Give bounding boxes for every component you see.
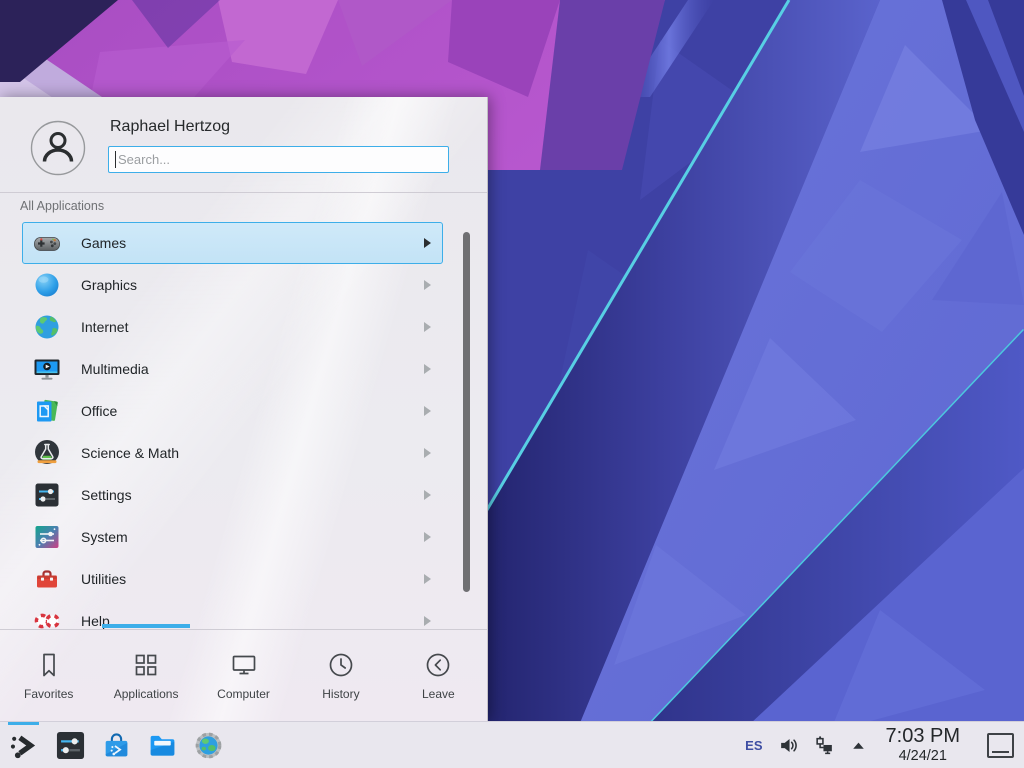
menu-item-office[interactable]: Office [22,390,443,432]
menu-item-settings[interactable]: Settings [22,474,443,516]
graphics-icon [33,271,61,299]
kicker-icon [8,729,41,762]
tray-expander[interactable] [850,737,867,754]
submenu-arrow-icon [424,280,431,290]
system-tray: ES 7:03 PM 4/24/21 [745,726,1016,764]
caret-up-icon [850,737,867,754]
menu-item-label: Internet [81,319,128,335]
tab-history[interactable]: History [292,630,389,721]
tab-label: Computer [217,687,270,701]
dolphin-icon [146,729,179,762]
tray-network[interactable] [814,735,835,756]
leave-icon [423,650,453,680]
submenu-arrow-icon [424,490,431,500]
computer-icon [229,650,259,680]
menu-item-games[interactable]: Games [22,222,443,264]
submenu-arrow-icon [424,238,431,248]
clock-date: 4/24/21 [886,749,960,764]
history-icon [326,650,356,680]
menu-item-utilities[interactable]: Utilities [22,558,443,600]
clock-time: 7:03 PM [886,726,960,746]
menu-item-system[interactable]: System [22,516,443,558]
taskbar-web-browser[interactable] [192,729,225,762]
section-label: All Applications [20,199,104,213]
taskbar-software-center[interactable] [100,729,133,762]
header-separator [0,192,487,193]
help-icon [33,607,61,630]
internet-icon [33,313,61,341]
menu-item-label: Settings [81,487,132,503]
tab-label: History [322,687,359,701]
volume-icon [778,735,799,756]
taskbar-system-settings[interactable] [54,729,87,762]
menu-item-help[interactable]: Help [22,600,443,630]
user-avatar[interactable] [30,120,86,176]
systemsettings-icon [54,729,87,762]
application-launcher-panel: Raphael Hertzog All Applications Games Gr… [0,97,488,721]
menu-item-label: Utilities [81,571,126,587]
menu-item-label: Multimedia [81,361,149,377]
tray-volume[interactable] [778,735,799,756]
menu-item-multimedia[interactable]: Multimedia [22,348,443,390]
tab-favorites[interactable]: Favorites [0,630,97,721]
show-desktop-icon [992,751,1009,753]
scrollbar-thumb[interactable] [463,232,470,592]
tab-computer[interactable]: Computer [195,630,292,721]
menu-item-internet[interactable]: Internet [22,306,443,348]
submenu-arrow-icon [424,448,431,458]
office-icon [33,397,61,425]
taskbar: ES 7:03 PM 4/24/21 [0,721,1024,768]
network-wired-icon [814,735,835,756]
tab-label: Leave [422,687,455,701]
menu-item-label: Science & Math [81,445,179,461]
active-tab-indicator [102,624,190,628]
webbrowser-icon [192,729,225,762]
digital-clock[interactable]: 7:03 PM 4/24/21 [886,726,960,764]
menu-item-science-math[interactable]: Science & Math [22,432,443,474]
games-icon [33,229,61,257]
submenu-arrow-icon [424,406,431,416]
menu-item-label: Games [81,235,126,251]
submenu-arrow-icon [424,532,431,542]
discover-icon [100,729,133,762]
show-desktop-button[interactable] [987,733,1014,758]
taskbar-application-launcher[interactable] [8,729,41,762]
tab-label: Favorites [24,687,73,701]
favorites-icon [34,650,64,680]
utilities-icon [33,565,61,593]
menu-item-label: Office [81,403,117,419]
submenu-arrow-icon [424,616,431,626]
science-icon [33,439,61,467]
user-name: Raphael Hertzog [110,118,230,136]
tab-label: Applications [114,687,179,701]
submenu-arrow-icon [424,364,431,374]
submenu-arrow-icon [424,574,431,584]
submenu-arrow-icon [424,322,431,332]
settings-icon [33,481,61,509]
system-icon [33,523,61,551]
category-list: Games Graphics Internet Multimedia Office Sci… [0,222,487,630]
desktop: Raphael Hertzog All Applications Games Gr… [0,0,1024,768]
applications-icon [131,650,161,680]
active-task-indicator [8,722,39,725]
text-cursor [115,151,116,168]
keyboard-layout-indicator[interactable]: ES [745,738,762,753]
menu-item-graphics[interactable]: Graphics [22,264,443,306]
taskbar-file-manager[interactable] [146,729,179,762]
taskbar-pinned-apps [8,729,225,762]
tab-applications[interactable]: Applications [97,630,194,721]
menu-item-label: System [81,529,128,545]
tab-leave[interactable]: Leave [390,630,487,721]
menu-item-label: Graphics [81,277,137,293]
multimedia-icon [33,355,61,383]
kickoff-tabbar: Favorites Applications Computer History Leav… [0,630,487,721]
search-input[interactable] [108,146,449,173]
